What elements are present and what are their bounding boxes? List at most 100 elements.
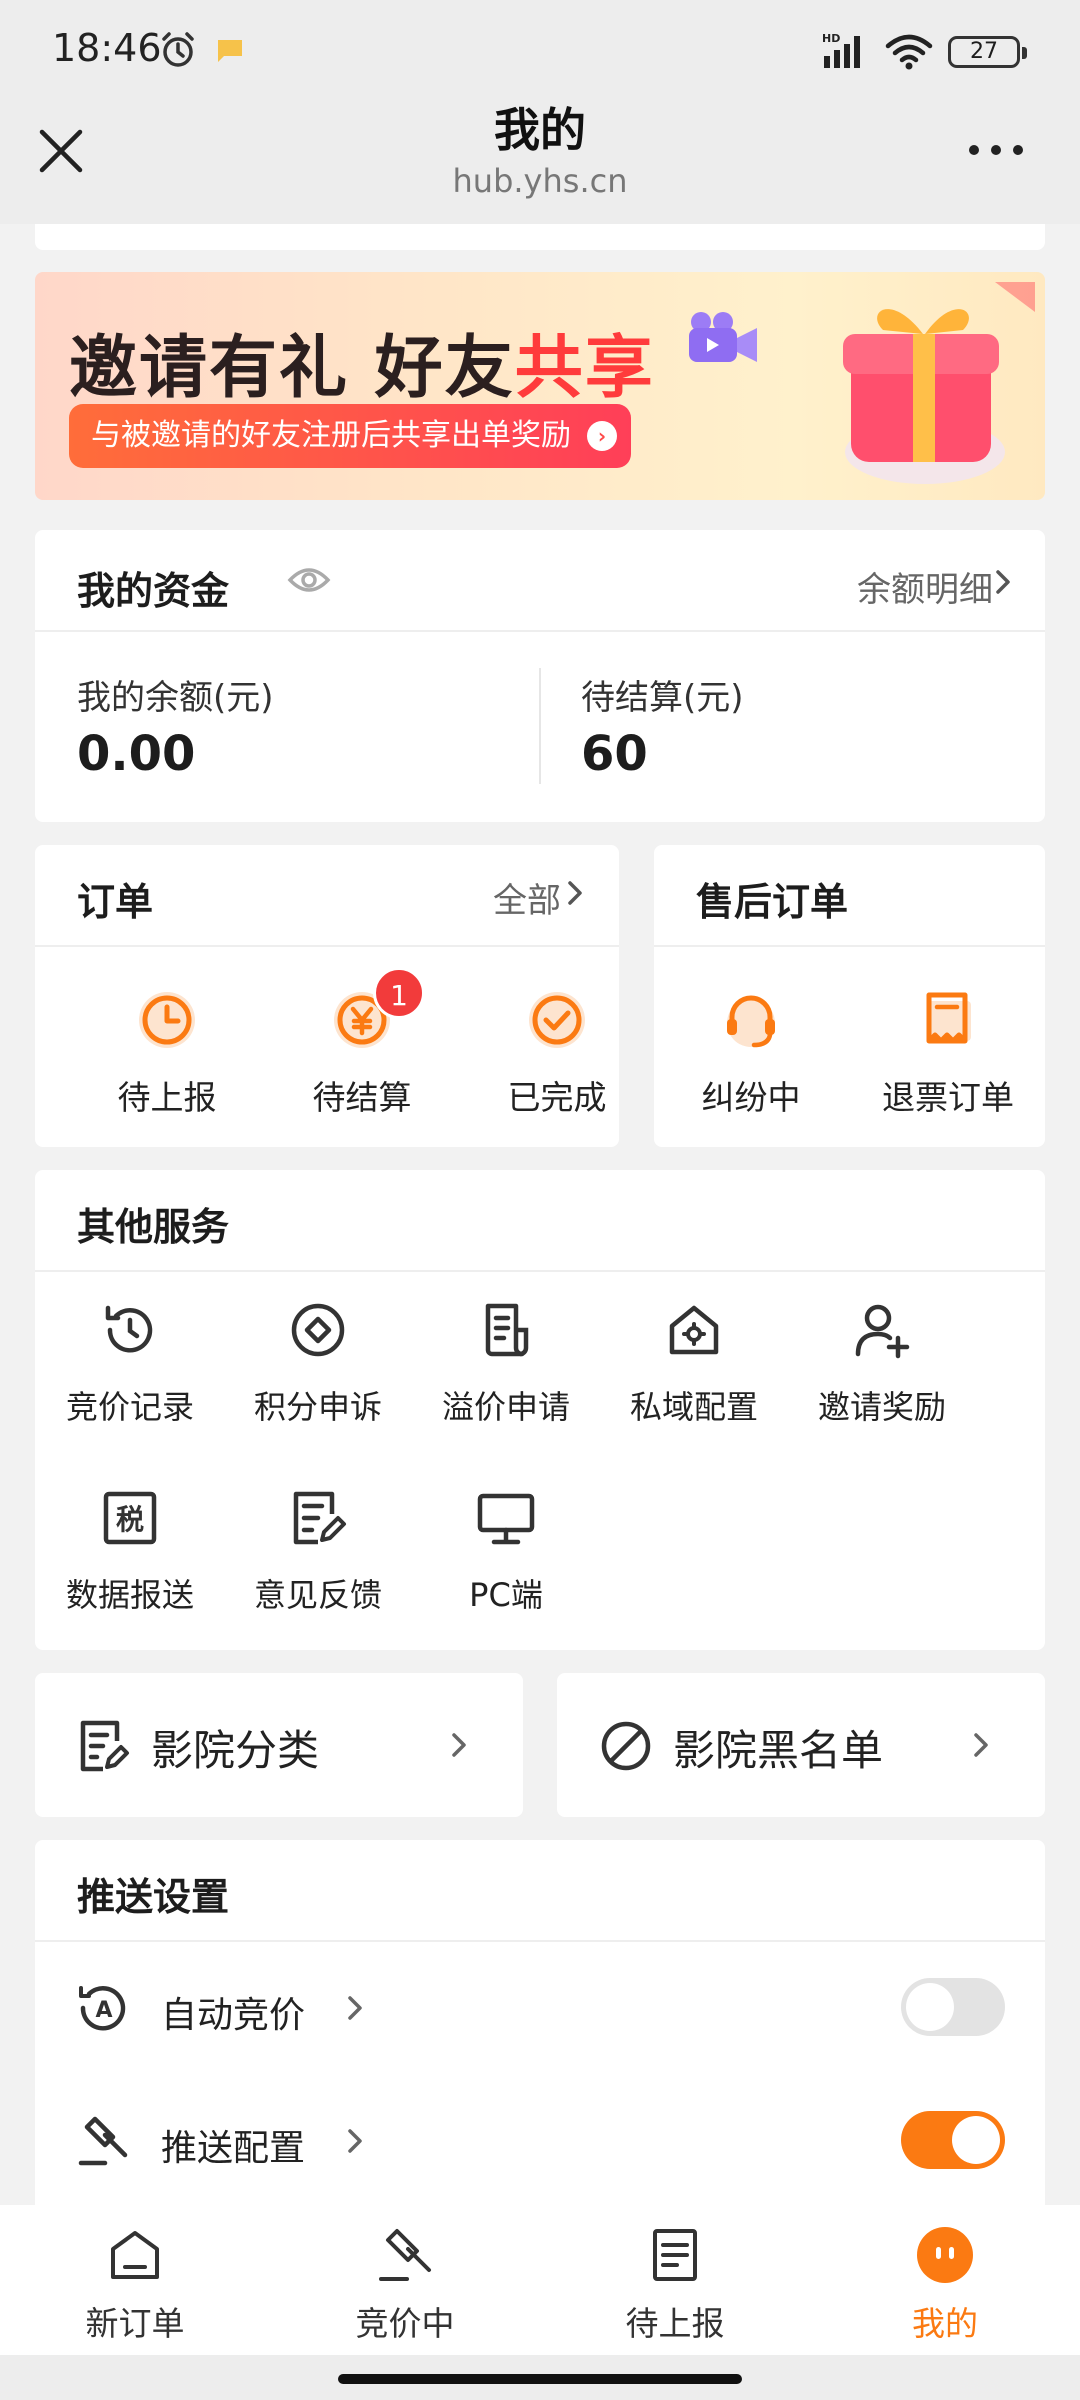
page-domain: hub.yhs.cn xyxy=(452,162,628,200)
push-title: 推送设置 xyxy=(77,1875,230,1919)
ban-icon xyxy=(601,1721,651,1771)
count-badge: 1 xyxy=(373,967,425,1019)
toggle-knob xyxy=(952,2116,1000,2164)
tab-bidding[interactable]: 竞价中 xyxy=(305,2225,505,2345)
history-icon xyxy=(105,1305,153,1353)
cinema-category-label: 影院分类 xyxy=(151,1726,320,1775)
order-item-label: 待上报 xyxy=(117,1078,217,1117)
home-icon xyxy=(111,2231,159,2279)
banner-subline[interactable]: 与被邀请的好友注册后共享出单奖励 › xyxy=(69,404,631,468)
diamond-icon xyxy=(291,1303,345,1357)
order-item-label: 待结算 xyxy=(312,1078,412,1117)
divider xyxy=(35,1940,1045,1942)
banner-headline: 邀请有礼 好友共享 xyxy=(69,329,655,408)
cinema-blacklist-card[interactable]: 影院黑名单 xyxy=(557,1673,1045,1817)
push-config-row[interactable]: 推送配置 xyxy=(35,2083,1045,2203)
push-config-label: 推送配置 xyxy=(161,2128,306,2169)
auto-bid-toggle[interactable] xyxy=(901,1978,1005,2036)
after-sale-label: 纠纷中 xyxy=(701,1078,801,1117)
svg-text:A: A xyxy=(95,1998,112,2023)
chevron-right-icon xyxy=(996,570,1010,594)
gavel-icon xyxy=(78,2116,128,2166)
funds-title: 我的资金 xyxy=(77,569,230,613)
video-camera-icon xyxy=(689,312,757,362)
balance-detail-link[interactable]: 余额明细 xyxy=(857,562,993,611)
services-card: 其他服务 竞价记录 积分申诉 溢价申请 私域配置 邀请奖励 税 数据报送 意见反… xyxy=(35,1170,1045,1650)
orders-all-link[interactable]: 全部 xyxy=(493,873,561,922)
order-pending-settle[interactable]: 1 待结算 xyxy=(277,967,447,1119)
tab-label: 我的 xyxy=(912,2304,978,2343)
service-label: 私域配置 xyxy=(629,1388,758,1426)
tab-label: 待上报 xyxy=(625,2304,725,2343)
document-icon xyxy=(485,1303,529,1357)
order-pending-report[interactable]: 待上报 xyxy=(82,987,252,1119)
invite-banner[interactable]: 邀请有礼 好友共享 与被邀请的好友注册后共享出单奖励 › xyxy=(35,272,1045,500)
divider xyxy=(35,1270,1045,1272)
gift-box-icon xyxy=(843,282,1035,484)
service-label: PC端 xyxy=(469,1576,543,1614)
pending-value: 60 xyxy=(581,726,648,782)
balance-label: 我的余额(元) xyxy=(77,678,274,718)
orders-card: 订单 全部 待上报 1 待结算 已完成 xyxy=(35,845,619,1147)
svg-text:税: 税 xyxy=(116,1503,144,1536)
divider xyxy=(35,945,619,947)
service-private-config[interactable]: 私域配置 xyxy=(599,1300,789,1428)
services-title: 其他服务 xyxy=(77,1205,230,1249)
divider xyxy=(539,668,541,784)
tab-label: 新订单 xyxy=(85,2304,185,2343)
service-label: 溢价申请 xyxy=(441,1388,570,1426)
tax-icon: 税 xyxy=(103,1491,157,1545)
service-feedback[interactable]: 意见反馈 xyxy=(223,1488,413,1616)
service-premium-apply[interactable]: 溢价申请 xyxy=(411,1300,601,1428)
service-label: 竞价记录 xyxy=(65,1388,194,1426)
funds-card: 我的资金 余额明细 我的余额(元) 0.00 待结算(元) 60 xyxy=(35,530,1045,822)
battery-indicator: 27 xyxy=(948,36,1027,68)
service-bid-history[interactable]: 竞价记录 xyxy=(35,1300,225,1428)
svg-text:HD: HD xyxy=(822,32,840,45)
divider xyxy=(654,945,1045,947)
edit-doc-icon xyxy=(80,1720,129,1772)
service-label: 积分申诉 xyxy=(253,1388,382,1426)
gavel-icon xyxy=(379,2229,431,2281)
service-points-appeal[interactable]: 积分申诉 xyxy=(223,1300,413,1428)
cinema-category-card[interactable]: 影院分类 xyxy=(35,1673,523,1817)
user-add-icon xyxy=(855,1304,910,1359)
chevron-right-icon xyxy=(452,1733,466,1757)
profile-icon xyxy=(917,2227,973,2283)
arrow-right-icon: › xyxy=(587,421,617,451)
clock-icon xyxy=(139,992,195,1048)
service-pc[interactable]: PC端 xyxy=(411,1488,601,1616)
push-settings-card: 推送设置 A 自动竞价 推送配置 xyxy=(35,1840,1045,2260)
service-invite-reward[interactable]: 邀请奖励 xyxy=(787,1300,977,1428)
top-card-edge xyxy=(35,224,1045,250)
after-sale-dispute[interactable]: 纠纷中 xyxy=(666,987,836,1119)
home-indicator[interactable] xyxy=(338,2374,742,2384)
eye-icon[interactable] xyxy=(287,562,331,598)
receipt-icon xyxy=(926,992,971,1044)
after-sale-refund[interactable]: 退票订单 xyxy=(863,987,1033,1119)
tab-mine[interactable]: 我的 xyxy=(845,2225,1045,2345)
headset-icon xyxy=(727,995,775,1048)
service-label: 数据报送 xyxy=(65,1576,194,1614)
status-time: 18:46 xyxy=(52,26,162,70)
after-sale-title: 售后订单 xyxy=(696,880,849,924)
home-gear-icon xyxy=(669,1305,719,1355)
tab-pending-report[interactable]: 待上报 xyxy=(575,2225,775,2345)
tab-label: 竞价中 xyxy=(355,2304,455,2343)
signal-icon: HD xyxy=(822,32,860,68)
wifi-icon xyxy=(885,34,933,70)
service-data-report[interactable]: 税 数据报送 xyxy=(35,1488,225,1616)
chevron-right-icon xyxy=(348,1996,362,2020)
report-icon xyxy=(653,2229,697,2281)
status-bar: 18:46 HD 27 xyxy=(0,0,1080,100)
service-label: 意见反馈 xyxy=(253,1576,382,1614)
check-circle-icon xyxy=(529,992,585,1048)
chevron-right-icon xyxy=(568,881,582,905)
orders-title: 订单 xyxy=(77,880,154,924)
push-config-toggle[interactable] xyxy=(901,2111,1005,2169)
pending-label: 待结算(元) xyxy=(581,678,744,718)
tab-new-orders[interactable]: 新订单 xyxy=(35,2225,235,2345)
order-completed[interactable]: 已完成 xyxy=(472,987,642,1119)
auto-bid-row[interactable]: A 自动竞价 xyxy=(35,1950,1045,2070)
more-icon[interactable] xyxy=(966,140,1026,160)
